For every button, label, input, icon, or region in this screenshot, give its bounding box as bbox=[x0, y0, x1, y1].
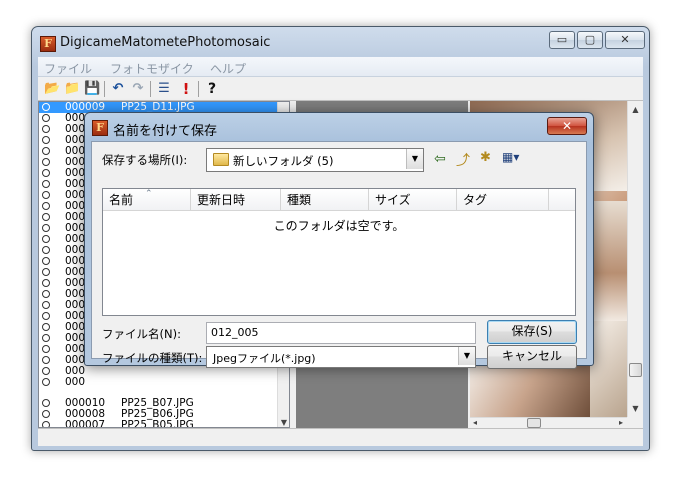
menubar: ファイル フォトモザイク ヘルプ bbox=[38, 57, 643, 77]
radio-icon[interactable] bbox=[42, 114, 50, 122]
redo-icon[interactable]: ↷ bbox=[130, 81, 146, 97]
preview-vertical-scrollbar[interactable]: ▲ ▼ bbox=[627, 101, 643, 417]
radio-icon[interactable] bbox=[42, 356, 50, 364]
toolbar-separator bbox=[198, 81, 199, 97]
radio-icon[interactable] bbox=[42, 224, 50, 232]
filetype-label: ファイルの種類(T): bbox=[102, 351, 203, 365]
menu-photomosaic[interactable]: フォトモザイク bbox=[110, 60, 194, 77]
column-header-name[interactable]: 名前 ⌃ bbox=[103, 189, 191, 211]
save-in-dropdown[interactable]: 新しいフォルダ (5) ▼ bbox=[206, 148, 424, 172]
chevron-down-icon[interactable]: ▼ bbox=[406, 149, 423, 169]
save-icon[interactable]: 💾 bbox=[84, 81, 100, 97]
folder-icon bbox=[213, 153, 229, 166]
toolbar: 📂 📁 💾 ↶ ↷ ☰ ! ? bbox=[38, 77, 643, 101]
list-icon[interactable]: ☰ bbox=[156, 81, 172, 97]
list-item[interactable]: 000 bbox=[39, 377, 279, 388]
maximize-button[interactable]: ▢ bbox=[577, 31, 603, 49]
column-header-type[interactable]: 種類 bbox=[281, 189, 369, 211]
toolbar-separator bbox=[104, 81, 105, 97]
scroll-down-arrow-icon[interactable]: ▼ bbox=[278, 418, 289, 427]
save-in-value: 新しいフォルダ (5) bbox=[233, 154, 334, 168]
app-icon: F bbox=[40, 36, 56, 52]
radio-icon[interactable] bbox=[42, 125, 50, 133]
filename-field[interactable] bbox=[206, 322, 476, 344]
scroll-thumb[interactable] bbox=[629, 363, 642, 377]
menu-help[interactable]: ヘルプ bbox=[210, 60, 246, 77]
radio-icon[interactable] bbox=[42, 279, 50, 287]
column-header-size[interactable]: サイズ bbox=[369, 189, 457, 211]
radio-icon[interactable] bbox=[42, 367, 50, 375]
radio-icon[interactable] bbox=[42, 345, 50, 353]
save-button[interactable]: 保存(S) bbox=[487, 320, 577, 344]
radio-icon[interactable] bbox=[42, 399, 50, 407]
radio-icon[interactable] bbox=[42, 334, 50, 342]
radio-icon[interactable] bbox=[42, 180, 50, 188]
menu-file[interactable]: ファイル bbox=[44, 60, 92, 77]
back-icon[interactable]: ⇦ bbox=[434, 151, 446, 167]
radio-icon[interactable] bbox=[42, 235, 50, 243]
exclamation-icon[interactable]: ! bbox=[178, 81, 194, 97]
scroll-thumb[interactable] bbox=[527, 418, 541, 428]
undo-icon[interactable]: ↶ bbox=[110, 81, 126, 97]
radio-icon[interactable] bbox=[42, 136, 50, 144]
scroll-right-arrow-icon[interactable]: ▸ bbox=[619, 418, 623, 427]
sort-arrow-icon: ⌃ bbox=[145, 189, 153, 199]
radio-icon[interactable] bbox=[42, 213, 50, 221]
chevron-down-icon[interactable]: ▼ bbox=[458, 347, 475, 365]
radio-icon[interactable] bbox=[42, 202, 50, 210]
radio-icon[interactable] bbox=[42, 147, 50, 155]
radio-icon[interactable] bbox=[42, 290, 50, 298]
up-folder-icon[interactable]: ⤴ bbox=[456, 150, 470, 170]
preview-horizontal-scrollbar[interactable]: ◂ ▸ bbox=[470, 417, 627, 428]
toolbar-separator bbox=[150, 81, 151, 97]
window-title: DigicameMatometePhotomosaic bbox=[60, 35, 271, 50]
radio-icon[interactable] bbox=[42, 191, 50, 199]
scroll-left-arrow-icon[interactable]: ◂ bbox=[473, 418, 477, 427]
filename-label: ファイル名(N): bbox=[102, 327, 181, 341]
open-folder-icon[interactable]: 📂 bbox=[44, 81, 60, 97]
column-header-filler bbox=[549, 189, 575, 211]
new-folder-icon[interactable]: ✱ bbox=[480, 150, 491, 165]
empty-folder-message: このフォルダは空です。 bbox=[273, 219, 405, 233]
filetype-value: Jpegファイル(*.jpg) bbox=[213, 352, 316, 365]
radio-icon[interactable] bbox=[42, 257, 50, 265]
file-listview[interactable]: 名前 ⌃ 更新日時 種類 サイズ タグ このフォルダは空です。 bbox=[102, 188, 576, 316]
radio-icon[interactable] bbox=[42, 158, 50, 166]
scroll-up-arrow-icon[interactable]: ▲ bbox=[628, 105, 643, 114]
list-item[interactable]: 000007 PP25_B05.JPG bbox=[39, 420, 279, 427]
column-header-tag[interactable]: タグ bbox=[457, 189, 549, 211]
cancel-button[interactable]: キャンセル bbox=[487, 345, 577, 369]
dialog-close-button[interactable]: ✕ bbox=[547, 117, 587, 135]
filename-input[interactable] bbox=[211, 324, 466, 340]
radio-icon[interactable] bbox=[42, 410, 50, 418]
radio-icon[interactable] bbox=[42, 421, 50, 427]
view-menu-icon[interactable]: ▦▾ bbox=[502, 150, 519, 164]
filetype-dropdown[interactable]: Jpegファイル(*.jpg) ▼ bbox=[206, 346, 476, 368]
scroll-down-arrow-icon[interactable]: ▼ bbox=[628, 404, 643, 413]
new-folder-icon[interactable]: 📁 bbox=[64, 81, 80, 97]
radio-icon[interactable] bbox=[42, 301, 50, 309]
radio-icon[interactable] bbox=[42, 169, 50, 177]
dialog-title: 名前を付けて保存 bbox=[113, 124, 218, 139]
radio-icon[interactable] bbox=[42, 103, 50, 111]
status-bar bbox=[38, 428, 643, 446]
dialog-app-icon: F bbox=[92, 120, 108, 136]
radio-icon[interactable] bbox=[42, 246, 50, 254]
help-icon[interactable]: ? bbox=[204, 81, 220, 97]
save-as-dialog: F 名前を付けて保存 ✕ 保存する場所(I): 新しいフォルダ (5) ▼ ⇦ … bbox=[84, 112, 594, 369]
minimize-button[interactable]: ▭ bbox=[549, 31, 575, 49]
save-in-label: 保存する場所(I): bbox=[102, 153, 188, 167]
radio-icon[interactable] bbox=[42, 312, 50, 320]
radio-icon[interactable] bbox=[42, 323, 50, 331]
close-button[interactable]: ✕ bbox=[605, 31, 645, 49]
radio-icon[interactable] bbox=[42, 268, 50, 276]
dialog-body: 保存する場所(I): 新しいフォルダ (5) ▼ ⇦ ⤴ ✱ ▦▾ 名前 ⌃ 更… bbox=[91, 141, 587, 369]
column-header-modified[interactable]: 更新日時 bbox=[191, 189, 281, 211]
radio-icon[interactable] bbox=[42, 378, 50, 386]
